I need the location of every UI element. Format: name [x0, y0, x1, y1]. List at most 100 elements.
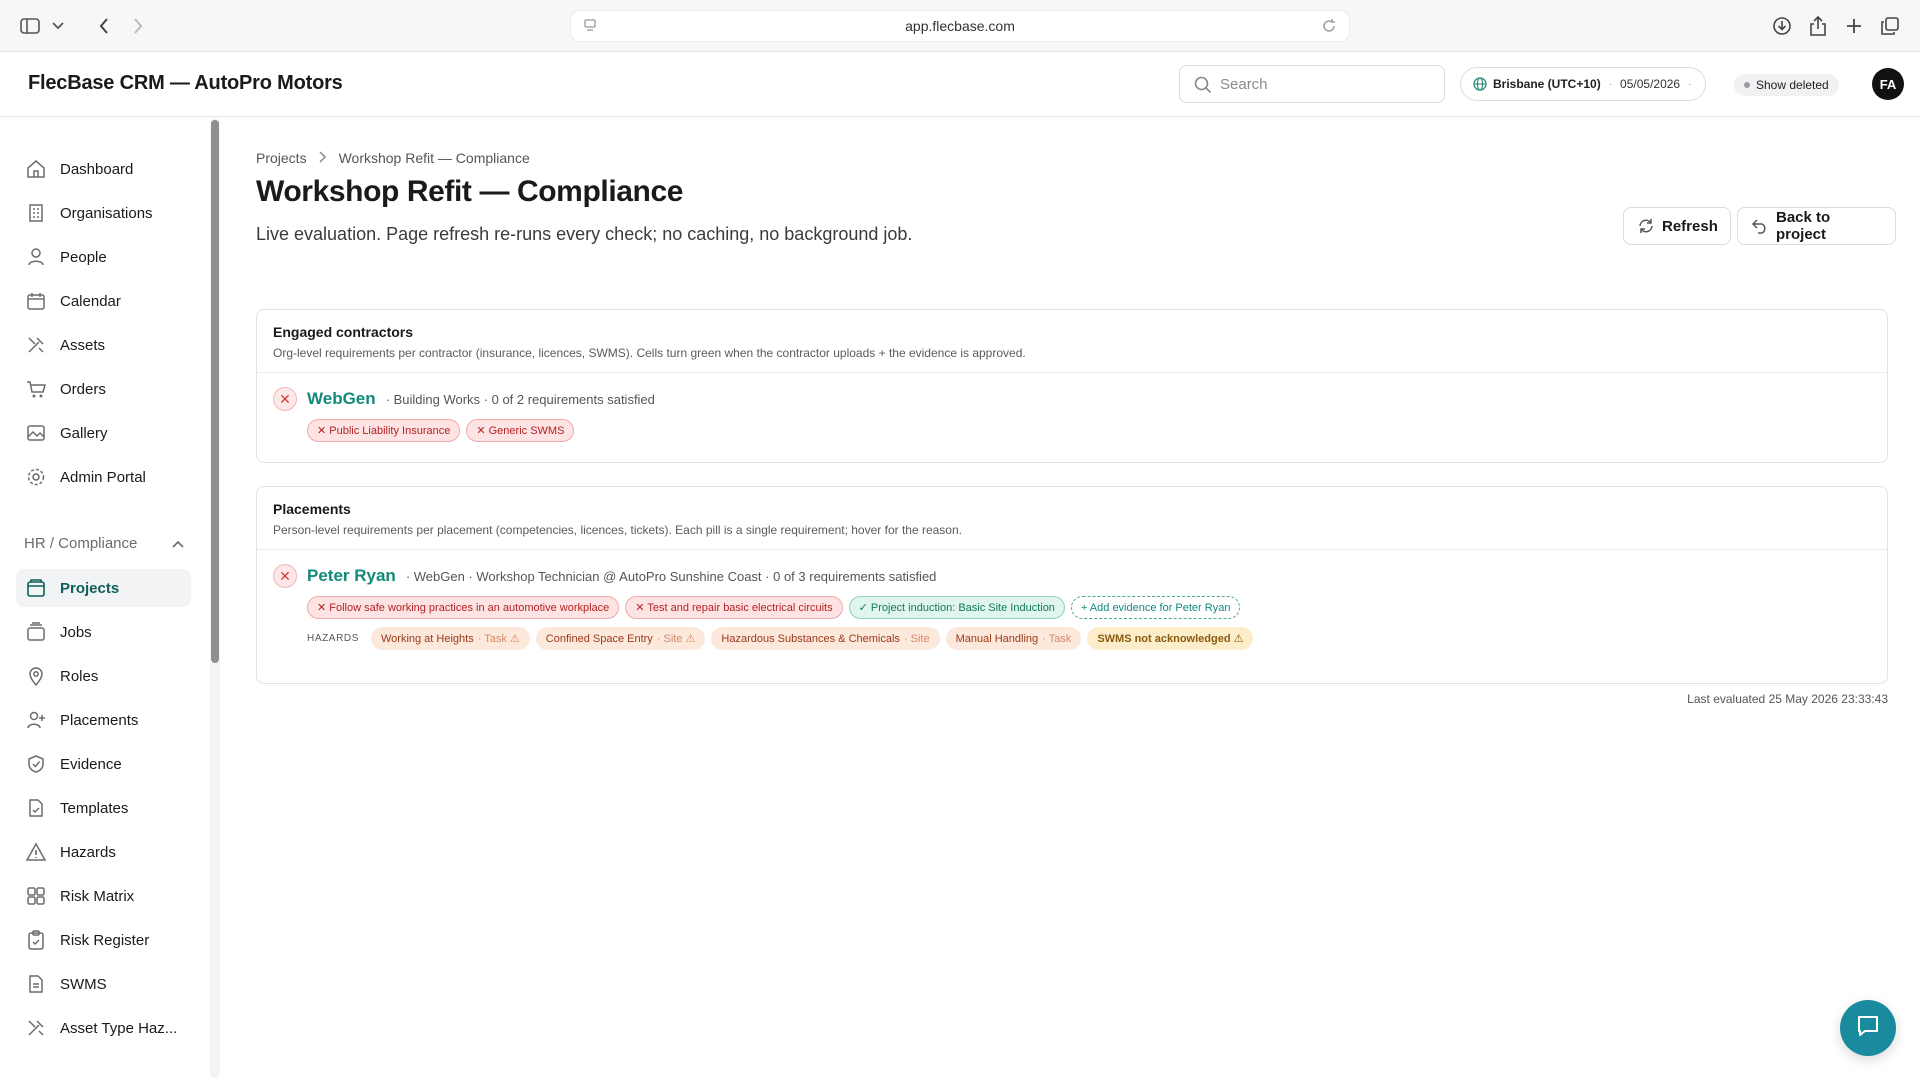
section-label: HR / Compliance: [24, 535, 138, 552]
page-title: Workshop Refit — Compliance: [256, 175, 684, 208]
tools-icon: [26, 1018, 46, 1038]
requirement-pill[interactable]: ✕ Public Liability Insurance: [307, 419, 461, 442]
new-tab-icon[interactable]: [1842, 14, 1866, 38]
refresh-button[interactable]: Refresh: [1623, 207, 1731, 245]
sidebar-item-label: Roles: [60, 667, 99, 685]
card-title: Placements: [273, 501, 351, 517]
sidebar-item-projects[interactable]: Projects: [16, 569, 191, 607]
hazard-name: Confined Space Entry: [545, 632, 653, 645]
sidebar-item-assets[interactable]: Assets: [16, 326, 191, 364]
sidebar-item-label: Admin Portal: [60, 468, 146, 486]
sidebar-item-label: Organisations: [60, 204, 153, 222]
requirement-pill[interactable]: ✕ Generic SWMS: [466, 419, 575, 442]
hazard-scope: · Site: [903, 632, 930, 645]
sidebar-item-admin-portal[interactable]: Admin Portal: [16, 458, 191, 496]
hazard-pill[interactable]: Hazardous Substances & Chemicals · Site: [711, 627, 940, 650]
sidebar-item-label: Assets: [60, 336, 106, 354]
sidebar-item-asset-type-hazards[interactable]: Asset Type Haz...: [16, 1009, 191, 1047]
sidebar-item-evidence[interactable]: Evidence: [16, 745, 191, 783]
site-settings-icon[interactable]: [583, 19, 597, 36]
sidebar-item-risk-matrix[interactable]: Risk Matrix: [16, 877, 191, 915]
sidebar-item-label: Jobs: [60, 623, 92, 641]
contractor-row: ✕ WebGen · Building Works · 0 of 2 requi…: [257, 373, 1887, 442]
show-deleted-toggle[interactable]: Show deleted: [1734, 74, 1839, 96]
chevron-down-icon[interactable]: [46, 14, 70, 38]
search-icon: [1194, 76, 1212, 98]
last-evaluated: Last evaluated 25 May 2026 23:33:43: [1687, 692, 1888, 706]
placements-card: Placements Person-level requirements per…: [256, 486, 1888, 684]
chevron-dot-icon: ·: [1688, 78, 1692, 90]
back-arrow-icon[interactable]: [92, 14, 116, 38]
app-header: FlecBase CRM — AutoPro Motors Search Bri…: [0, 52, 1920, 117]
sidebar-item-label: Asset Type Haz...: [60, 1019, 178, 1037]
sidebar-item-dashboard[interactable]: Dashboard: [16, 150, 191, 188]
refresh-icon: [1638, 218, 1654, 238]
sidebar-item-people[interactable]: People: [16, 238, 191, 276]
tabs-overview-icon[interactable]: [1878, 14, 1902, 38]
placement-meta: · WebGen · Workshop Technician @ AutoPro…: [405, 568, 937, 584]
section-header-hr-compliance[interactable]: HR / Compliance: [24, 535, 184, 552]
sidebar-item-label: Risk Matrix: [60, 887, 135, 905]
building-icon: [26, 203, 46, 223]
sidebar-item-organisations[interactable]: Organisations: [16, 194, 191, 232]
hazard-pill[interactable]: Manual Handling · Task: [945, 627, 1082, 650]
sidebar-item-jobs[interactable]: Jobs: [16, 613, 191, 651]
contractor-name-link[interactable]: WebGen: [307, 389, 376, 409]
person-name-link[interactable]: Peter Ryan: [307, 566, 396, 586]
hazard-scope: · Task: [1042, 632, 1072, 645]
fail-x-icon: ✕: [273, 387, 297, 411]
search-input[interactable]: Search: [1179, 65, 1445, 103]
sidebar-item-risk-register[interactable]: Risk Register: [16, 921, 191, 959]
requirement-pill[interactable]: ✕ Follow safe working practices in an au…: [307, 596, 620, 619]
breadcrumb-projects[interactable]: Projects: [256, 150, 307, 166]
browser-toolbar: app.flecbase.com: [0, 0, 1920, 52]
sidebar-item-label: Evidence: [60, 755, 122, 773]
timezone-selector[interactable]: Brisbane (UTC+10) · 05/05/2026 ·: [1460, 67, 1707, 101]
folder-icon: [26, 578, 46, 598]
swms-warning-pill[interactable]: SWMS not acknowledged ⚠: [1087, 627, 1254, 650]
card-description: Person-level requirements per placement …: [273, 523, 962, 537]
main-content: Projects Workshop Refit — Compliance Wor…: [256, 117, 1896, 1080]
sidebar-item-calendar[interactable]: Calendar: [16, 282, 191, 320]
row-header: ✕ Peter Ryan · WebGen · Workshop Technic…: [273, 564, 1871, 588]
sidebar-item-orders[interactable]: Orders: [16, 370, 191, 408]
share-icon[interactable]: [1806, 14, 1830, 38]
sidebar-item-label: Orders: [60, 380, 106, 398]
requirement-pill[interactable]: ✕ Test and repair basic electrical circu…: [625, 596, 843, 619]
avatar[interactable]: FA: [1872, 68, 1904, 100]
chat-button[interactable]: [1840, 1000, 1896, 1056]
address-bar[interactable]: app.flecbase.com: [570, 10, 1350, 42]
sidebar-item-hazards[interactable]: Hazards: [16, 833, 191, 871]
add-evidence-button[interactable]: + Add evidence for Peter Ryan: [1070, 596, 1241, 619]
page-subtitle: Live evaluation. Page refresh re-runs ev…: [256, 224, 913, 244]
sidebar-item-label: Projects: [60, 579, 120, 597]
stack-icon: [26, 622, 46, 642]
hazard-name: Hazardous Substances & Chemicals: [721, 632, 900, 645]
hazard-scope: · Site ⚠: [656, 633, 696, 645]
image-icon: [26, 423, 46, 443]
hazard-name: Working at Heights: [380, 632, 474, 645]
timezone-name: Brisbane (UTC+10): [1493, 77, 1601, 91]
hazard-pill[interactable]: Working at Heights · Task ⚠: [370, 627, 530, 650]
forward-arrow-icon[interactable]: [126, 14, 150, 38]
sidebar-item-roles[interactable]: Roles: [16, 657, 191, 695]
fail-x-icon: ✕: [273, 564, 297, 588]
card-header: Placements Person-level requirements per…: [257, 487, 1887, 550]
requirement-pill-satisfied[interactable]: ✓ Project induction: Basic Site Inductio…: [848, 596, 1065, 619]
back-to-project-button[interactable]: Back to project: [1737, 207, 1896, 245]
card-title: Engaged contractors: [273, 324, 414, 340]
sidebar-item-swms[interactable]: SWMS: [16, 965, 191, 1003]
sidebar-item-placements[interactable]: Placements: [16, 701, 191, 739]
hazard-pill[interactable]: Confined Space Entry · Site ⚠: [535, 627, 706, 650]
reload-icon[interactable]: [1321, 18, 1337, 37]
sidebar-item-label: Dashboard: [60, 160, 134, 178]
back-label: Back to project: [1776, 209, 1831, 243]
cart-icon: [26, 379, 46, 399]
card-description: Org-level requirements per contractor (i…: [273, 346, 1026, 360]
sidebar-toggle-icon[interactable]: [18, 14, 42, 38]
sidebar-scroll-thumb[interactable]: [211, 120, 219, 663]
sidebar-item-gallery[interactable]: Gallery: [16, 414, 191, 452]
sidebar-item-templates[interactable]: Templates: [16, 789, 191, 827]
download-icon[interactable]: [1770, 14, 1794, 38]
hazards-label: HAZARDS: [307, 633, 359, 644]
